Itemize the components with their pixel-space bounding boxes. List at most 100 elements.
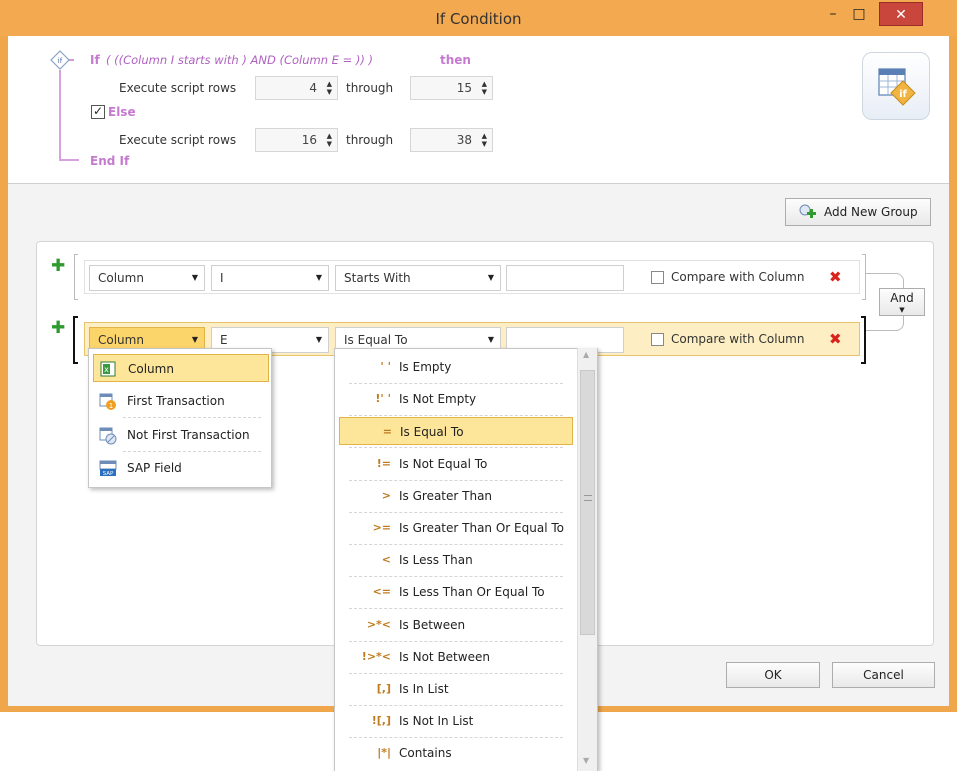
operator-menu-scrollbar[interactable]: ▲ ▼ <box>577 348 597 771</box>
operator-label: Is Greater Than <box>399 488 493 503</box>
and-connector-button[interactable]: And ▼ <box>879 288 925 316</box>
chevron-down-icon: ▼ <box>315 273 322 282</box>
menu-separator <box>349 737 563 739</box>
else-from-row-stepper[interactable]: 16 ▲ ▼ <box>255 128 338 152</box>
cancel-button[interactable]: Cancel <box>832 662 935 688</box>
add-new-group-label: Add New Group <box>824 205 918 219</box>
if-to-row-stepper[interactable]: 15 ▲ ▼ <box>410 76 493 100</box>
if-diamond-icon: if <box>50 50 74 70</box>
operator-menu-item[interactable]: != Is Not Equal To <box>339 450 573 478</box>
if-from-row-stepper[interactable]: 4 ▲ ▼ <box>255 76 338 100</box>
operator-symbol: >*< <box>366 617 391 631</box>
spin-arrows-icon[interactable]: ▲ ▼ <box>327 132 332 148</box>
end-if-keyword: End If <box>90 154 130 168</box>
scroll-thumb[interactable] <box>580 370 595 635</box>
then-keyword: then <box>440 53 471 67</box>
spin-arrows-icon[interactable]: ▲ ▼ <box>482 80 487 96</box>
add-condition-icon[interactable]: ✚ <box>51 320 65 337</box>
scroll-up-icon[interactable]: ▲ <box>583 350 589 359</box>
chevron-down-icon: ▼ <box>191 273 198 282</box>
operator-dropdown-menu: ' ' Is Empty !' ' Is Not Empty = Is Equal To!… <box>334 348 598 771</box>
sap-field-icon: SAP <box>99 460 117 477</box>
menu-item-label: Not First Transaction <box>127 428 250 442</box>
operator-menu-item[interactable]: !>*< Is Not Between <box>339 643 573 671</box>
group-bracket-left <box>73 316 78 364</box>
operator-menu-item[interactable]: ' ' Is Empty <box>339 353 573 381</box>
operator-menu-item[interactable]: > Is Greater Than <box>339 482 573 510</box>
source-select[interactable]: Column ▼ <box>89 265 205 291</box>
operator-symbol: <= <box>372 585 391 599</box>
excel-column-icon: x <box>100 361 116 377</box>
menu-separator <box>349 640 563 642</box>
not-first-transaction-icon <box>99 427 117 445</box>
operator-symbol: ' ' <box>380 360 391 373</box>
spin-arrows-icon[interactable]: ▲ ▼ <box>327 80 332 96</box>
else-to-row-stepper[interactable]: 38 ▲ ▼ <box>410 128 493 152</box>
field-select[interactable]: I ▼ <box>211 265 329 291</box>
add-new-group-button[interactable]: Add New Group <box>785 198 931 226</box>
operator-label: Is In List <box>399 682 449 696</box>
source-select-value: Column <box>98 333 144 347</box>
operator-menu-item[interactable]: = Is Equal To <box>339 417 573 446</box>
operator-symbol: > <box>381 488 391 502</box>
else-to-row-value: 38 <box>456 133 472 147</box>
delete-condition-icon[interactable]: ✖ <box>829 331 842 347</box>
menu-item-label: SAP Field <box>127 461 182 475</box>
menu-item-first-transaction[interactable]: 1 First Transaction <box>93 387 269 415</box>
close-button[interactable]: ✕ <box>879 2 923 26</box>
operator-label: Is Less Than Or Equal To <box>399 585 545 600</box>
else-checkbox[interactable]: ✓ <box>91 105 105 119</box>
if-to-row-value: 15 <box>456 81 472 95</box>
maximize-button[interactable]: □ <box>846 2 872 26</box>
svg-text:SAP: SAP <box>103 471 114 477</box>
window-title: If Condition <box>435 10 522 28</box>
operator-menu-item[interactable]: < Is Less Than <box>339 546 573 574</box>
operator-menu-item[interactable]: <= Is Less Than Or Equal To <box>339 578 573 606</box>
operator-menu-item[interactable]: ![,] Is Not In List <box>339 707 573 735</box>
svg-text:if: if <box>58 57 63 65</box>
condition-value-input[interactable] <box>506 265 624 291</box>
menu-item-sap-field[interactable]: SAP SAP Field <box>93 454 269 482</box>
minimize-button[interactable]: – <box>820 2 846 26</box>
condition-summary-panel: if If ( ((Column I starts with ) AND (Co… <box>8 36 949 184</box>
operator-label: Is Not In List <box>399 714 474 729</box>
operator-symbol: [,] <box>376 682 391 695</box>
delete-condition-icon[interactable]: ✖ <box>829 269 842 285</box>
menu-item-column[interactable]: x Column <box>93 354 269 382</box>
spin-arrows-icon[interactable]: ▲ ▼ <box>482 132 487 148</box>
operator-symbol: ![,] <box>371 714 391 728</box>
operator-symbol: |*| <box>377 746 391 760</box>
operator-symbol: !>*< <box>361 649 391 663</box>
operator-symbol: = <box>382 425 392 439</box>
operator-label: Is Less Than <box>399 553 473 568</box>
add-condition-icon[interactable]: ✚ <box>51 258 65 275</box>
grip-icon <box>584 495 592 501</box>
chevron-down-icon: ▼ <box>899 306 905 314</box>
title-bar[interactable]: If Condition – □ ✕ <box>0 0 957 36</box>
menu-item-not-first-transaction[interactable]: Not First Transaction <box>93 421 269 449</box>
operator-symbol: < <box>381 553 391 567</box>
compare-with-column-label: Compare with Column <box>671 270 805 284</box>
menu-separator <box>349 383 563 384</box>
operator-menu-item[interactable]: !' ' Is Not Empty <box>339 385 573 413</box>
menu-separator <box>349 544 563 545</box>
scroll-down-icon[interactable]: ▼ <box>583 756 589 765</box>
operator-menu-item[interactable]: |*| Contains <box>339 739 573 767</box>
add-group-icon <box>799 204 816 218</box>
compare-with-column-checkbox[interactable] <box>651 271 664 284</box>
operator-select[interactable]: Starts With ▼ <box>335 265 501 291</box>
if-from-row-value: 4 <box>309 81 317 95</box>
operator-label: Is Not Between <box>399 649 490 664</box>
operator-menu-item[interactable]: >= Is Greater Than Or Equal To <box>339 514 573 542</box>
operator-symbol: !' ' <box>375 392 391 406</box>
operator-menu-item[interactable]: >*< Is Between <box>339 611 573 639</box>
operator-select-value: Starts With <box>344 271 411 285</box>
else-keyword: Else <box>108 105 136 119</box>
svg-text:if: if <box>899 89 907 100</box>
tree-line <box>59 70 61 160</box>
menu-separator <box>349 672 563 674</box>
operator-menu-item[interactable]: [,] Is In List <box>339 675 573 703</box>
source-dropdown-menu: x Column 1 First Transaction Not First T… <box>88 348 272 488</box>
compare-with-column-checkbox[interactable] <box>651 333 664 346</box>
ok-button[interactable]: OK <box>726 662 820 688</box>
